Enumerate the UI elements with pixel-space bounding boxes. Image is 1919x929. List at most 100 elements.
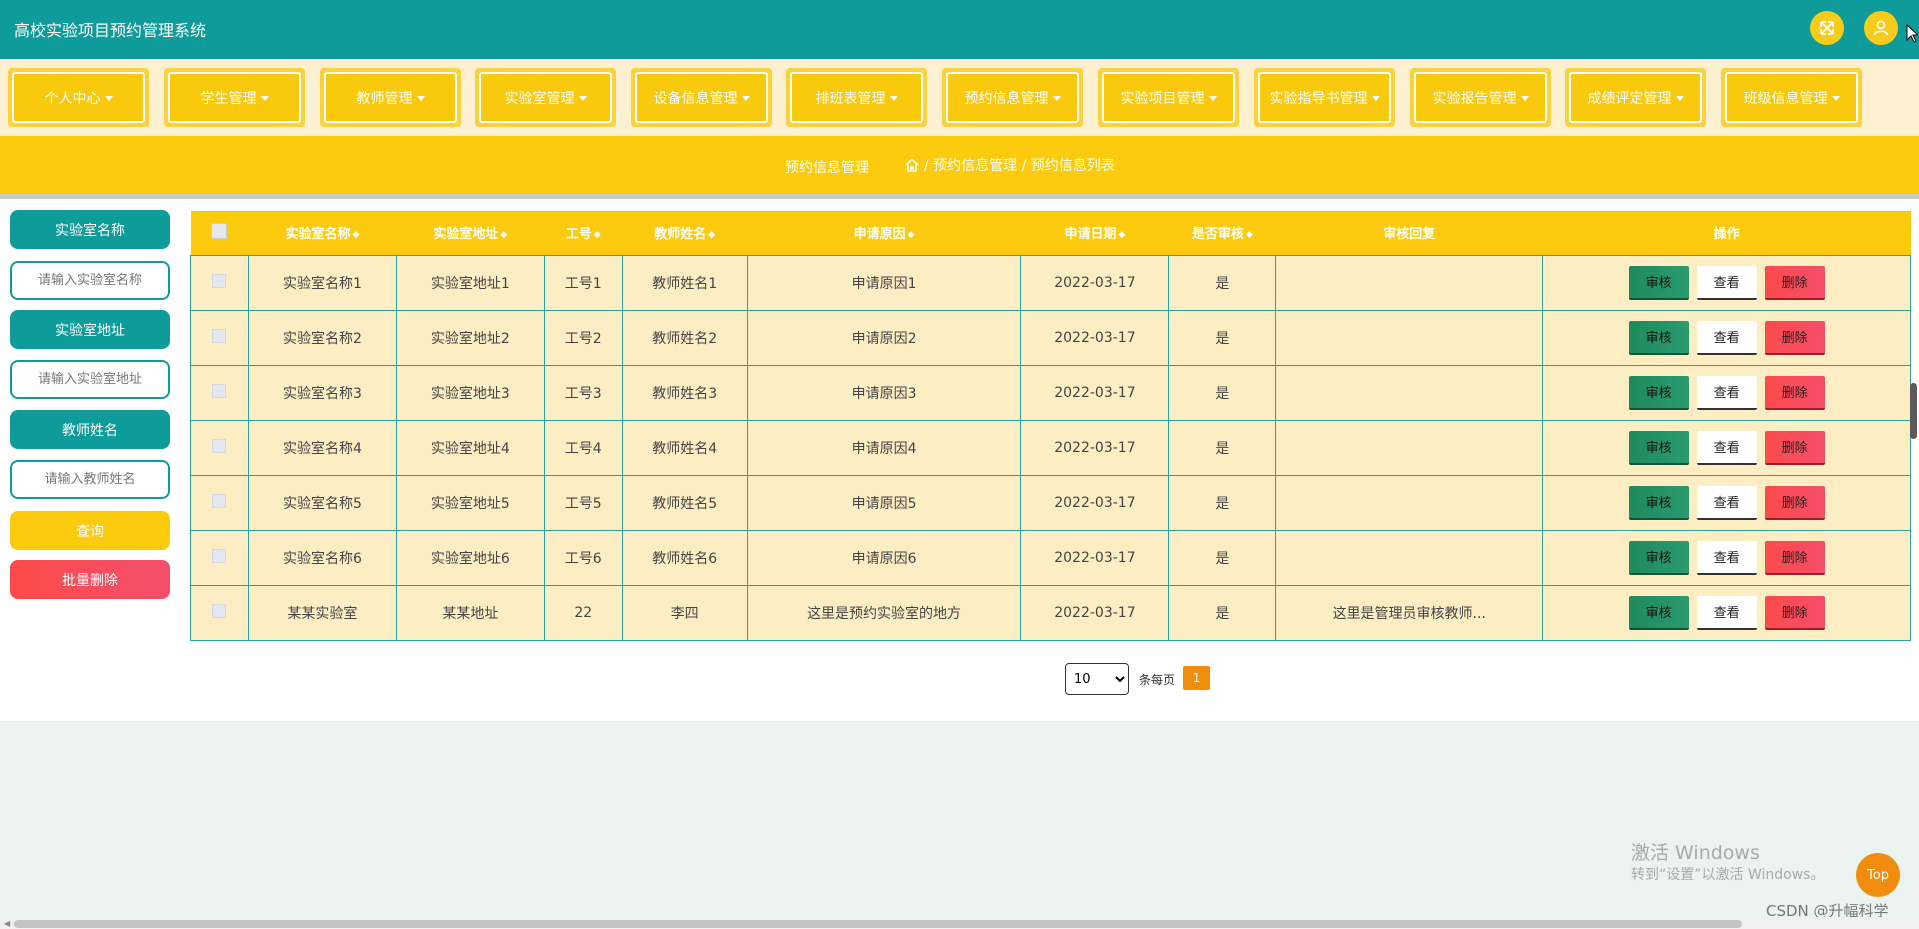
audit-button[interactable]: 审核 xyxy=(1628,375,1689,410)
audit-button[interactable]: 审核 xyxy=(1628,540,1689,575)
row-checkbox[interactable] xyxy=(212,273,227,288)
sort-icon[interactable]: ◆ xyxy=(500,230,507,240)
audit-button[interactable]: 审核 xyxy=(1628,265,1689,300)
lab-address-input[interactable] xyxy=(10,360,170,399)
home-icon[interactable] xyxy=(904,157,920,173)
sort-icon[interactable]: ◆ xyxy=(708,230,715,240)
audit-button[interactable]: 审核 xyxy=(1628,595,1689,630)
sort-icon[interactable]: ◆ xyxy=(1246,230,1253,240)
table-cell: 教师姓名1 xyxy=(621,254,748,311)
table-cell: 2022-03-17 xyxy=(1020,474,1170,531)
row-select-cell xyxy=(190,529,249,586)
audit-button[interactable]: 审核 xyxy=(1628,485,1689,520)
column-header: 审核回复 xyxy=(1275,211,1543,255)
nav-item-3[interactable]: 实验室管理 xyxy=(475,68,616,127)
table-cell: 实验室名称6 xyxy=(247,529,397,586)
column-header[interactable]: 是否审核 ◆ xyxy=(1168,211,1276,255)
view-button[interactable]: 查看 xyxy=(1696,540,1757,575)
horizontal-scrollbar-thumb[interactable] xyxy=(14,920,1742,928)
page-number-1[interactable]: 1 xyxy=(1183,666,1210,690)
teacher-name-label: 教师姓名 xyxy=(10,410,170,449)
column-header[interactable]: 工号 ◆ xyxy=(544,211,623,255)
batch-delete-button[interactable]: 批量删除 xyxy=(10,560,170,599)
delete-button[interactable]: 删除 xyxy=(1764,485,1825,520)
select-all-checkbox[interactable] xyxy=(211,222,228,239)
table-cell: 实验室名称2 xyxy=(247,309,397,366)
column-header[interactable]: 实验室地址 ◆ xyxy=(396,211,545,255)
row-checkbox[interactable] xyxy=(212,493,227,508)
fullscreen-button[interactable] xyxy=(1810,11,1844,45)
table-row: 实验室名称3 实验室地址3 工号3 教师姓名3 申请原因3 2022-03-17 是 审核 查看… xyxy=(190,364,1911,421)
table-cell: 2022-03-17 xyxy=(1020,364,1170,421)
row-checkbox[interactable] xyxy=(212,603,227,618)
nav-item-label: 教师管理 xyxy=(356,90,413,107)
view-button[interactable]: 查看 xyxy=(1696,320,1757,355)
nav-item-11[interactable]: 班级信息管理 xyxy=(1721,68,1862,127)
column-header: 操作 xyxy=(1542,211,1911,255)
row-checkbox[interactable] xyxy=(212,438,227,453)
vertical-scrollbar-thumb[interactable] xyxy=(1910,383,1917,439)
table-cell xyxy=(1275,364,1544,421)
nav-item-label: 成绩评定管理 xyxy=(1587,90,1672,107)
row-checkbox[interactable] xyxy=(212,548,227,563)
table-row: 实验室名称5 实验室地址5 工号5 教师姓名5 申请原因5 2022-03-17 是 审核 查看… xyxy=(190,474,1911,531)
lab-name-input[interactable] xyxy=(10,261,170,300)
nav-item-5[interactable]: 排班表管理 xyxy=(786,68,927,127)
sort-icon[interactable]: ◆ xyxy=(908,230,915,240)
view-button[interactable]: 查看 xyxy=(1696,430,1757,465)
sort-icon[interactable]: ◆ xyxy=(594,230,601,240)
nav-item-1[interactable]: 学生管理 xyxy=(164,68,305,127)
view-button[interactable]: 查看 xyxy=(1696,265,1757,300)
nav-item-6[interactable]: 预约信息管理 xyxy=(942,68,1083,127)
nav-item-10[interactable]: 成绩评定管理 xyxy=(1565,68,1706,127)
row-select-cell xyxy=(190,419,249,476)
column-header[interactable]: 申请日期 ◆ xyxy=(1020,211,1169,255)
column-header-label: 工号 xyxy=(565,227,592,243)
lab-address-label: 实验室地址 xyxy=(10,310,170,349)
sort-icon[interactable]: ◆ xyxy=(352,230,359,240)
table-cell: 实验室地址6 xyxy=(395,529,545,586)
reservation-table: 实验室名称 ◆ 实验室地址 ◆ 工号 ◆ 教师姓名 ◆ 申请原因 ◆ 申请日期 ◆ 是否审核 ◆ 审核回复操… xyxy=(190,211,1911,641)
column-header[interactable]: 实验室名称 ◆ xyxy=(248,211,397,255)
scroll-left-arrow-icon[interactable]: ◀ xyxy=(4,919,10,928)
horizontal-scrollbar[interactable]: ◀ xyxy=(0,917,1919,929)
actions-cell: 审核 查看 删除 xyxy=(1542,309,1911,366)
nav-item-0[interactable]: 个人中心 xyxy=(8,68,149,127)
row-checkbox[interactable] xyxy=(212,383,227,398)
delete-button[interactable]: 删除 xyxy=(1764,540,1825,575)
row-checkbox[interactable] xyxy=(212,328,227,343)
audit-button[interactable]: 审核 xyxy=(1628,320,1689,355)
table-cell: 是 xyxy=(1168,419,1277,476)
delete-button[interactable]: 删除 xyxy=(1764,430,1825,465)
view-button[interactable]: 查看 xyxy=(1696,375,1757,410)
delete-button[interactable]: 删除 xyxy=(1764,320,1825,355)
teacher-name-input[interactable] xyxy=(10,460,170,499)
app-title: 高校实验项目预约管理系统 xyxy=(14,21,207,40)
view-button[interactable]: 查看 xyxy=(1696,595,1757,630)
query-button[interactable]: 查询 xyxy=(10,511,170,550)
table-cell: 工号5 xyxy=(543,474,623,531)
user-menu-button[interactable] xyxy=(1864,11,1898,45)
nav-item-7[interactable]: 实验项目管理 xyxy=(1098,68,1239,127)
back-to-top-button[interactable]: Top xyxy=(1856,853,1900,897)
nav-item-2[interactable]: 教师管理 xyxy=(320,68,461,127)
column-header[interactable]: 申请原因 ◆ xyxy=(747,211,1021,255)
column-header-label: 操作 xyxy=(1713,227,1740,243)
delete-button[interactable]: 删除 xyxy=(1764,265,1825,300)
column-header[interactable]: 教师姓名 ◆ xyxy=(622,211,748,255)
nav-item-9[interactable]: 实验报告管理 xyxy=(1410,68,1551,127)
delete-button[interactable]: 删除 xyxy=(1764,375,1825,410)
view-button[interactable]: 查看 xyxy=(1696,485,1757,520)
page-size-select[interactable]: 10 xyxy=(1065,663,1129,695)
nav-item-inner: 排班表管理 xyxy=(790,72,923,123)
sort-icon[interactable]: ◆ xyxy=(1118,230,1125,240)
table-cell: 这里是预约实验室的地方 xyxy=(746,584,1022,641)
nav-item-4[interactable]: 设备信息管理 xyxy=(631,68,772,127)
audit-button[interactable]: 审核 xyxy=(1628,430,1689,465)
caret-down-icon xyxy=(1371,96,1380,101)
column-header-label: 实验室地址 xyxy=(433,227,499,243)
delete-button[interactable]: 删除 xyxy=(1764,595,1825,630)
table-cell: 申请原因1 xyxy=(746,254,1022,311)
table-cell: 教师姓名6 xyxy=(621,529,748,586)
nav-item-8[interactable]: 实验指导书管理 xyxy=(1254,68,1395,127)
